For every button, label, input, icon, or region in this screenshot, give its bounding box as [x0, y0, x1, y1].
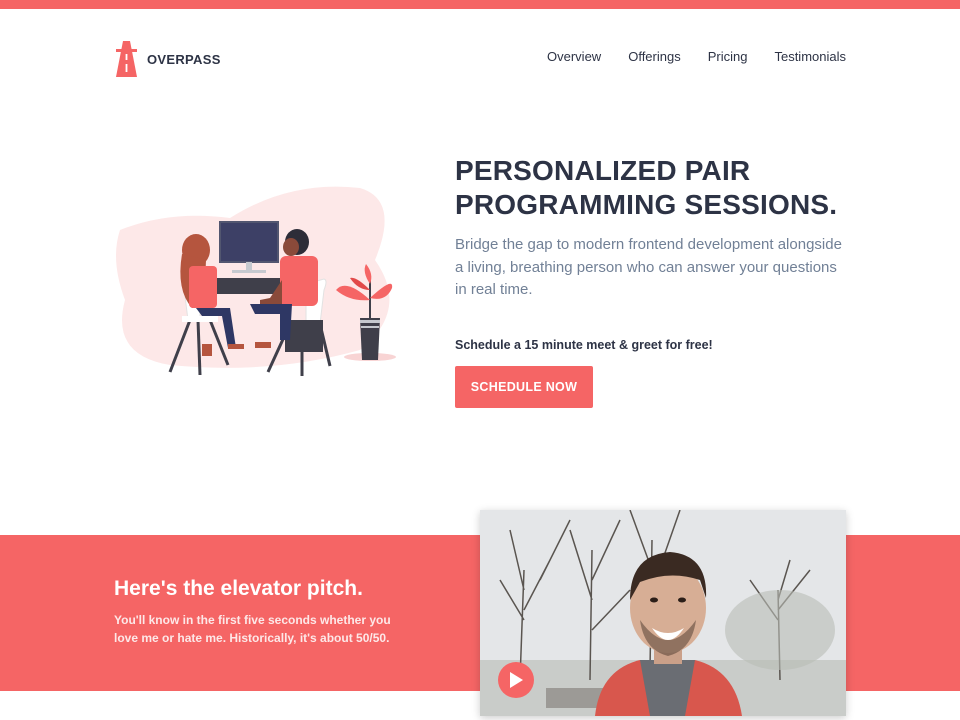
brand-logo[interactable]: OVERPASS: [114, 37, 221, 82]
hero-title: PERSONALIZED PAIR PROGRAMMING SESSIONS.: [455, 155, 838, 220]
highway-overpass-icon: [114, 37, 139, 82]
nav-offerings[interactable]: Offerings: [628, 49, 681, 64]
pitch-title: Here's the elevator pitch.: [114, 577, 363, 600]
nav-pricing[interactable]: Pricing: [708, 49, 748, 64]
play-icon: [510, 672, 523, 688]
schedule-cta-label: Schedule a 15 minute meet & greet for fr…: [455, 338, 713, 352]
hero-subtitle: Bridge the gap to modern frontend develo…: [455, 236, 842, 298]
play-button[interactable]: [498, 662, 534, 698]
top-accent-bar: [0, 0, 960, 9]
brand-name: OVERPASS: [147, 52, 221, 67]
hero-illustration: [110, 180, 410, 380]
nav-testimonials[interactable]: Testimonials: [774, 49, 846, 64]
main-nav: Overview Offerings Pricing Testimonials: [547, 49, 846, 64]
schedule-now-button[interactable]: SCHEDULE NOW: [455, 366, 593, 408]
pitch-video[interactable]: [480, 510, 846, 716]
video-thumbnail: [480, 510, 846, 716]
pitch-subtitle: You'll know in the first five seconds wh…: [114, 613, 391, 645]
nav-overview[interactable]: Overview: [547, 49, 601, 64]
